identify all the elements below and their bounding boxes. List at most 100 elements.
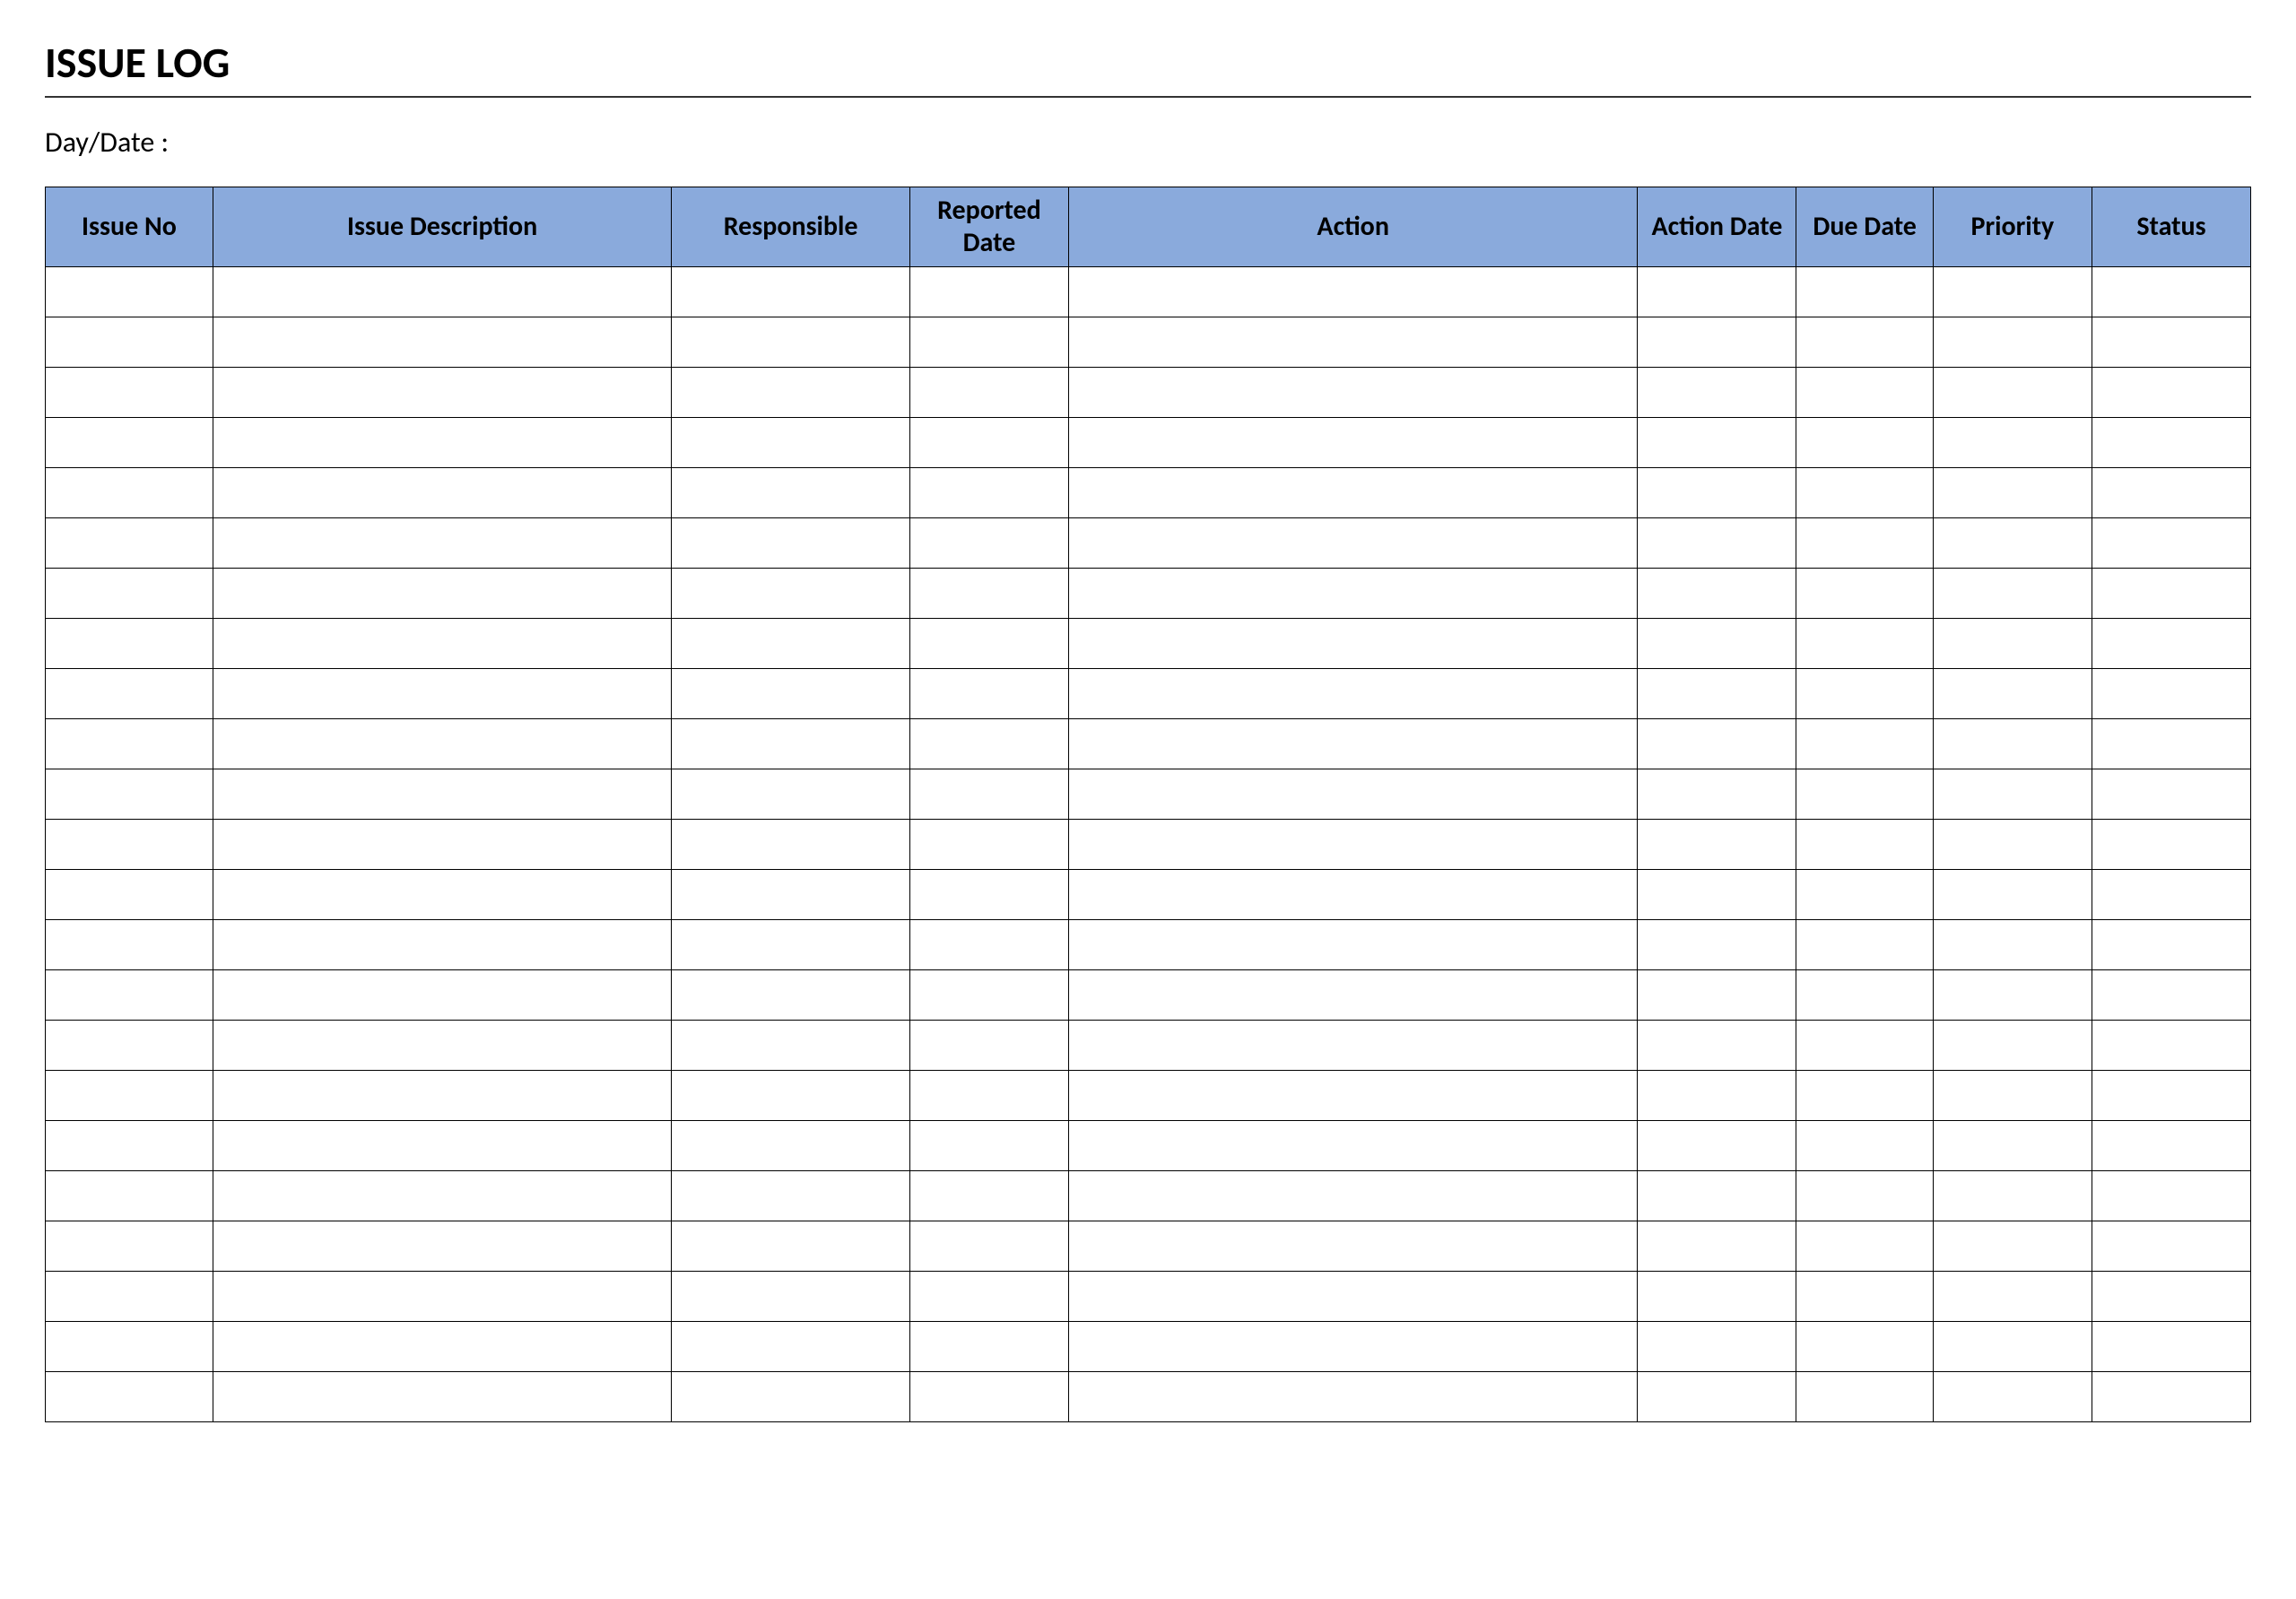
- table-cell: [1068, 669, 1637, 719]
- table-cell: [46, 1171, 213, 1221]
- table-cell: [1796, 619, 1933, 669]
- table-cell: [1796, 1171, 1933, 1221]
- table-cell: [1068, 820, 1637, 870]
- table-cell: [1796, 418, 1933, 468]
- table-row: [46, 1322, 2251, 1372]
- table-row: [46, 820, 2251, 870]
- table-cell: [1933, 368, 2092, 418]
- table-cell: [909, 1372, 1068, 1422]
- table-cell: [46, 1071, 213, 1121]
- table-row: [46, 920, 2251, 970]
- table-cell: [909, 1272, 1068, 1322]
- table-cell: [1068, 518, 1637, 569]
- table-cell: [909, 619, 1068, 669]
- table-cell: [46, 619, 213, 669]
- table-cell: [213, 1372, 671, 1422]
- table-row: [46, 267, 2251, 317]
- table-row: [46, 870, 2251, 920]
- table-cell: [1638, 769, 1796, 820]
- table-cell: [1638, 619, 1796, 669]
- table-row: [46, 1021, 2251, 1071]
- table-cell: [909, 719, 1068, 769]
- table-cell: [1796, 1071, 1933, 1121]
- table-cell: [909, 317, 1068, 368]
- table-cell: [2092, 317, 2250, 368]
- table-cell: [1068, 267, 1637, 317]
- table-cell: [2092, 1071, 2250, 1121]
- table-cell: [1796, 1272, 1933, 1322]
- table-cell: [1638, 569, 1796, 619]
- table-cell: [672, 468, 910, 518]
- table-cell: [213, 1171, 671, 1221]
- table-cell: [2092, 1322, 2250, 1372]
- table-cell: [909, 920, 1068, 970]
- table-cell: [2092, 1021, 2250, 1071]
- table-cell: [1638, 920, 1796, 970]
- table-cell: [672, 317, 910, 368]
- table-cell: [2092, 669, 2250, 719]
- table-cell: [672, 619, 910, 669]
- table-cell: [672, 669, 910, 719]
- table-cell: [2092, 820, 2250, 870]
- table-cell: [2092, 619, 2250, 669]
- table-cell: [672, 1272, 910, 1322]
- table-row: [46, 769, 2251, 820]
- table-cell: [1068, 870, 1637, 920]
- table-row: [46, 719, 2251, 769]
- table-cell: [1933, 569, 2092, 619]
- col-header-priority: Priority: [1933, 187, 2092, 267]
- table-row: [46, 468, 2251, 518]
- table-cell: [909, 1221, 1068, 1272]
- table-cell: [2092, 468, 2250, 518]
- table-cell: [213, 1021, 671, 1071]
- table-cell: [672, 1221, 910, 1272]
- table-cell: [1933, 418, 2092, 468]
- table-cell: [1068, 1322, 1637, 1372]
- table-cell: [2092, 1272, 2250, 1322]
- table-cell: [1933, 1272, 2092, 1322]
- table-cell: [1068, 1071, 1637, 1121]
- table-row: [46, 1372, 2251, 1422]
- table-cell: [1068, 1221, 1637, 1272]
- table-cell: [46, 769, 213, 820]
- table-cell: [1796, 569, 1933, 619]
- col-header-action-date: Action Date: [1638, 187, 1796, 267]
- table-cell: [909, 870, 1068, 920]
- table-cell: [2092, 1221, 2250, 1272]
- table-cell: [1638, 1171, 1796, 1221]
- table-cell: [1638, 267, 1796, 317]
- table-cell: [46, 719, 213, 769]
- table-cell: [213, 970, 671, 1021]
- table-cell: [213, 1071, 671, 1121]
- table-cell: [1796, 719, 1933, 769]
- table-cell: [909, 267, 1068, 317]
- issue-log-table: Issue No Issue Description Responsible R…: [45, 187, 2251, 1422]
- table-cell: [1933, 970, 2092, 1021]
- table-body: [46, 267, 2251, 1422]
- table-cell: [1638, 368, 1796, 418]
- table-cell: [213, 1121, 671, 1171]
- table-cell: [1638, 669, 1796, 719]
- table-cell: [672, 267, 910, 317]
- table-cell: [909, 970, 1068, 1021]
- col-header-due-date: Due Date: [1796, 187, 1933, 267]
- table-cell: [1796, 1221, 1933, 1272]
- table-cell: [213, 1272, 671, 1322]
- table-cell: [1638, 1121, 1796, 1171]
- table-row: [46, 1272, 2251, 1322]
- table-cell: [1068, 719, 1637, 769]
- table-cell: [213, 1221, 671, 1272]
- table-cell: [2092, 920, 2250, 970]
- table-cell: [909, 1322, 1068, 1372]
- page-title: ISSUE LOG: [45, 36, 2251, 89]
- table-cell: [213, 820, 671, 870]
- table-cell: [1068, 920, 1637, 970]
- title-divider: [45, 96, 2251, 98]
- table-cell: [2092, 569, 2250, 619]
- table-cell: [1933, 1071, 2092, 1121]
- table-cell: [1933, 1171, 2092, 1221]
- table-cell: [909, 769, 1068, 820]
- table-cell: [1068, 368, 1637, 418]
- table-cell: [213, 669, 671, 719]
- table-cell: [1638, 1221, 1796, 1272]
